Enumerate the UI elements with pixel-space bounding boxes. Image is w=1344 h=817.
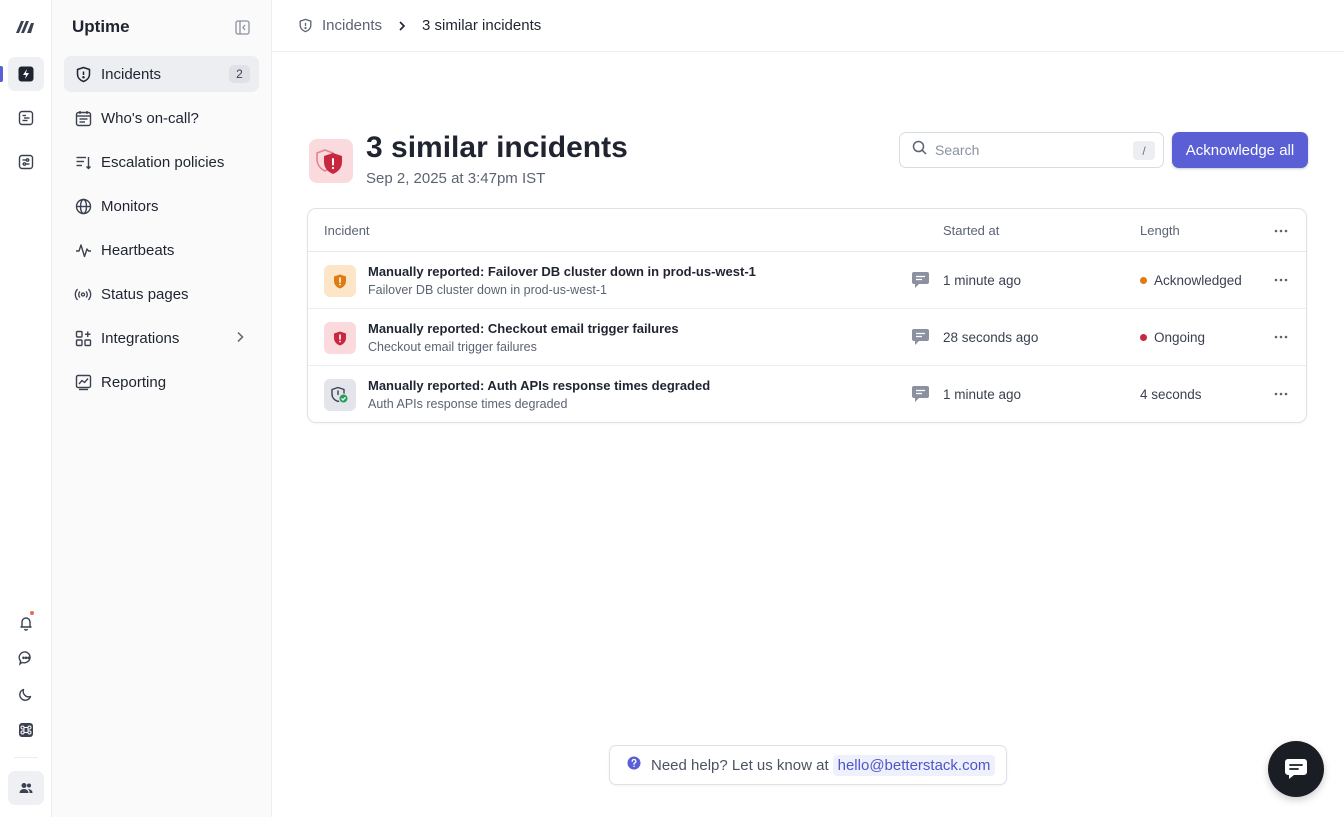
row-options-icon[interactable] [1270,326,1292,348]
column-header-length: Length [1140,223,1180,238]
live-chat-button[interactable] [1268,741,1324,797]
incident-subtitle: Checkout email trigger failures [368,340,537,354]
sidebar: Uptime Incidents 2 Who's on-call? Escala… [52,0,272,817]
row-options-icon[interactable] [1270,383,1292,405]
app-title: Uptime [72,17,130,36]
sidebar-item-reporting[interactable]: Reporting [64,364,259,400]
help-text: Need help? Let us know at [651,756,829,774]
incident-started-at: 1 minute ago [943,273,1022,288]
pulse-icon [74,241,92,259]
notification-dot [29,610,35,616]
breadcrumb-current: 3 similar incidents [422,17,542,34]
table-row[interactable]: Manually reported: Checkout email trigge… [308,309,1306,366]
search-shortcut-key: / [1133,141,1155,160]
page-title: 3 similar incidents [366,131,628,164]
incident-length-value: 4 seconds [1140,387,1202,402]
sidebar-item-incidents[interactable]: Incidents 2 [64,56,259,92]
search-box[interactable]: / [899,132,1164,168]
search-input[interactable] [935,142,1125,158]
sidebar-item-label: Heartbeats [101,241,175,259]
incident-title[interactable]: Manually reported: Auth APIs response ti… [368,378,710,393]
status-dot-ongoing [1140,334,1147,341]
breadcrumb-chevron-icon [396,20,408,32]
help-banner: Need help? Let us know at hello@betterst… [609,745,1007,785]
table-header: Incident Started at Length [308,209,1306,252]
acknowledge-all-button[interactable]: Acknowledge all [1172,132,1308,168]
breadcrumb-incidents-link[interactable]: Incidents [298,17,382,34]
incident-length-value: Acknowledged [1154,273,1242,288]
betterstack-logo-icon[interactable] [8,9,44,43]
incidents-count-badge: 2 [229,65,250,83]
status-dot-acknowledged [1140,277,1147,284]
help-question-icon [627,756,641,775]
help-email-link[interactable]: hello@betterstack.com [832,754,996,776]
table-options-icon[interactable] [1270,220,1292,242]
sidebar-item-heartbeats[interactable]: Heartbeats [64,232,259,268]
ongoing-shield-icon [324,322,356,354]
incident-length-value: Ongoing [1154,330,1206,345]
incident-length: Ongoing [1140,330,1205,345]
column-header-incident: Incident [324,223,370,238]
sidebar-item-monitors[interactable]: Monitors [64,188,259,224]
icon-rail [0,0,52,817]
sidebar-item-label: Status pages [101,285,189,303]
incident-subtitle: Auth APIs response times degraded [368,397,568,411]
table-row[interactable]: Manually reported: Failover DB cluster d… [308,252,1306,309]
sidebar-item-status-pages[interactable]: Status pages [64,276,259,312]
dark-mode-moon-icon[interactable] [8,677,44,711]
resolved-shield-check-icon [324,379,356,411]
list-sort-icon [74,153,92,171]
rail-active-indicator [0,66,3,82]
chevron-right-icon [233,330,247,349]
incident-length: 4 seconds [1140,387,1202,402]
sidebar-item-label: Escalation policies [101,153,225,171]
sidebar-item-escalation-policies[interactable]: Escalation policies [64,144,259,180]
calendar-icon [74,109,92,127]
incident-subtitle: Failover DB cluster down in prod-us-west… [368,283,607,297]
feedback-chat-icon[interactable] [8,641,44,675]
comment-icon[interactable] [911,271,930,294]
incident-group-shield-icon [309,139,353,183]
logs-app-icon[interactable] [8,101,44,135]
team-users-icon[interactable] [8,771,44,805]
chart-icon [74,373,92,391]
incidents-table: Incident Started at Length Manually repo… [307,208,1307,423]
search-icon [912,140,927,160]
sidebar-item-integrations[interactable]: Integrations [64,320,259,356]
rail-divider [14,757,38,758]
table-row[interactable]: Manually reported: Auth APIs response ti… [308,366,1306,422]
globe-icon [74,197,92,215]
row-options-icon[interactable] [1270,269,1292,291]
incident-length: Acknowledged [1140,273,1242,288]
sidebar-item-label: Monitors [101,197,159,215]
sidebar-item-label: Reporting [101,373,167,391]
dashboards-app-icon[interactable] [8,145,44,179]
puzzle-icon [74,329,92,347]
incident-started-at: 28 seconds ago [943,330,1039,345]
sidebar-item-label: Who's on-call? [101,109,199,127]
notifications-bell-icon[interactable] [8,606,44,640]
incident-title[interactable]: Manually reported: Checkout email trigge… [368,321,679,336]
chat-bubble-icon [1285,759,1307,779]
comment-icon[interactable] [911,385,930,408]
shield-alert-icon [299,18,312,33]
uptime-app-icon[interactable] [8,57,44,91]
sidebar-item-label: Integrations [101,329,180,347]
sidebar-item-on-call[interactable]: Who's on-call? [64,100,259,136]
incident-started-at: 1 minute ago [943,387,1022,402]
breadcrumb: Incidents 3 similar incidents [272,0,1344,52]
page-subtitle: Sep 2, 2025 at 3:47pm IST [366,170,546,187]
column-header-started-at: Started at [943,223,1000,238]
breadcrumb-parent-label: Incidents [322,17,383,34]
shield-alert-icon [74,65,92,83]
sidebar-collapse-icon[interactable] [232,17,252,37]
broadcast-icon [74,285,92,303]
sidebar-item-label: Incidents [101,65,162,83]
incident-title[interactable]: Manually reported: Failover DB cluster d… [368,264,756,279]
command-palette-icon[interactable] [8,713,44,747]
comment-icon[interactable] [911,328,930,351]
acknowledged-shield-icon [324,265,356,297]
